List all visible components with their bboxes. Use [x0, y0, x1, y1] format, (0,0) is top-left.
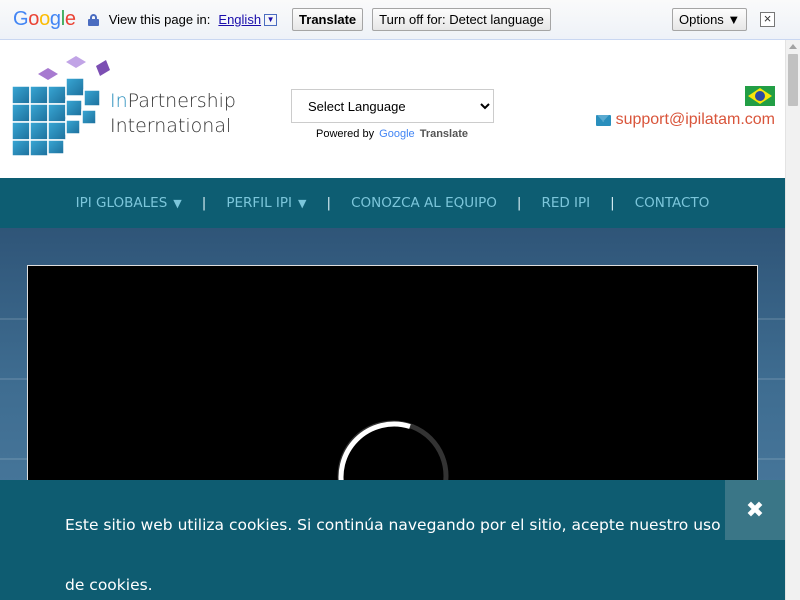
- page-scrollbar[interactable]: [785, 40, 800, 600]
- logo-text-international: International: [110, 115, 232, 137]
- brazil-flag-icon[interactable]: [745, 86, 775, 106]
- nav-separator: |: [201, 195, 207, 211]
- cookie-message: Este sitio web utiliza cookies. Si conti…: [65, 516, 721, 594]
- powered-by-google-translate: Powered by Google Translate: [316, 128, 469, 140]
- close-icon[interactable]: ×: [760, 12, 775, 27]
- site-header: InPartnership International Select Langu…: [0, 40, 785, 178]
- lock-icon: [87, 13, 99, 26]
- caret-down-icon: ▼: [298, 197, 307, 210]
- nav-separator: |: [326, 195, 332, 211]
- support-email-link[interactable]: support@ipilatam.com: [595, 111, 775, 129]
- nav-item-ipi-globales[interactable]: IPI GLOBALES ▼: [72, 195, 186, 211]
- google-translate-bar: Google View this page in: English ▼ Tran…: [0, 0, 800, 40]
- google-logo: Google: [13, 8, 76, 30]
- google-mini-logo: Google: [379, 128, 415, 140]
- nav-separator: |: [610, 195, 615, 211]
- nav-item-conozca-al-equipo[interactable]: CONOZCA AL EQUIPO: [347, 195, 501, 211]
- translate-button[interactable]: Translate: [292, 8, 364, 31]
- view-page-in-label: View this page in:: [108, 12, 211, 27]
- options-button[interactable]: Options ▼: [672, 8, 748, 31]
- dropdown-arrow-icon[interactable]: ▼: [264, 13, 278, 26]
- scroll-up-icon[interactable]: [789, 44, 797, 49]
- scroll-thumb[interactable]: [788, 54, 798, 106]
- nav-separator: |: [516, 195, 522, 211]
- caret-down-icon: ▼: [173, 197, 182, 210]
- logo-text[interactable]: InPartnership International: [110, 89, 236, 139]
- logo-text-in: In: [110, 90, 128, 112]
- nav-item-contacto[interactable]: CONTACTO: [631, 195, 714, 211]
- language-link[interactable]: English: [218, 12, 261, 27]
- close-icon[interactable]: ✖: [725, 480, 785, 540]
- envelope-icon: [595, 114, 611, 126]
- logo-cubes-icon[interactable]: [10, 56, 110, 156]
- support-email-text: support@ipilatam.com: [615, 111, 775, 128]
- nav-item-perfil-ipi[interactable]: PERFIL IPI ▼: [222, 195, 310, 211]
- logo-text-partnership: Partnership: [127, 90, 236, 112]
- nav-item-red-ipi[interactable]: RED IPI: [537, 195, 594, 211]
- language-select[interactable]: Select Language: [291, 89, 494, 123]
- main-nav: IPI GLOBALES ▼ | PERFIL IPI ▼ | CONOZCA AL…: [0, 178, 785, 228]
- cookie-banner: Este sitio web utiliza cookies. Si conti…: [0, 480, 785, 600]
- turn-off-button[interactable]: Turn off for: Detect language: [372, 8, 551, 31]
